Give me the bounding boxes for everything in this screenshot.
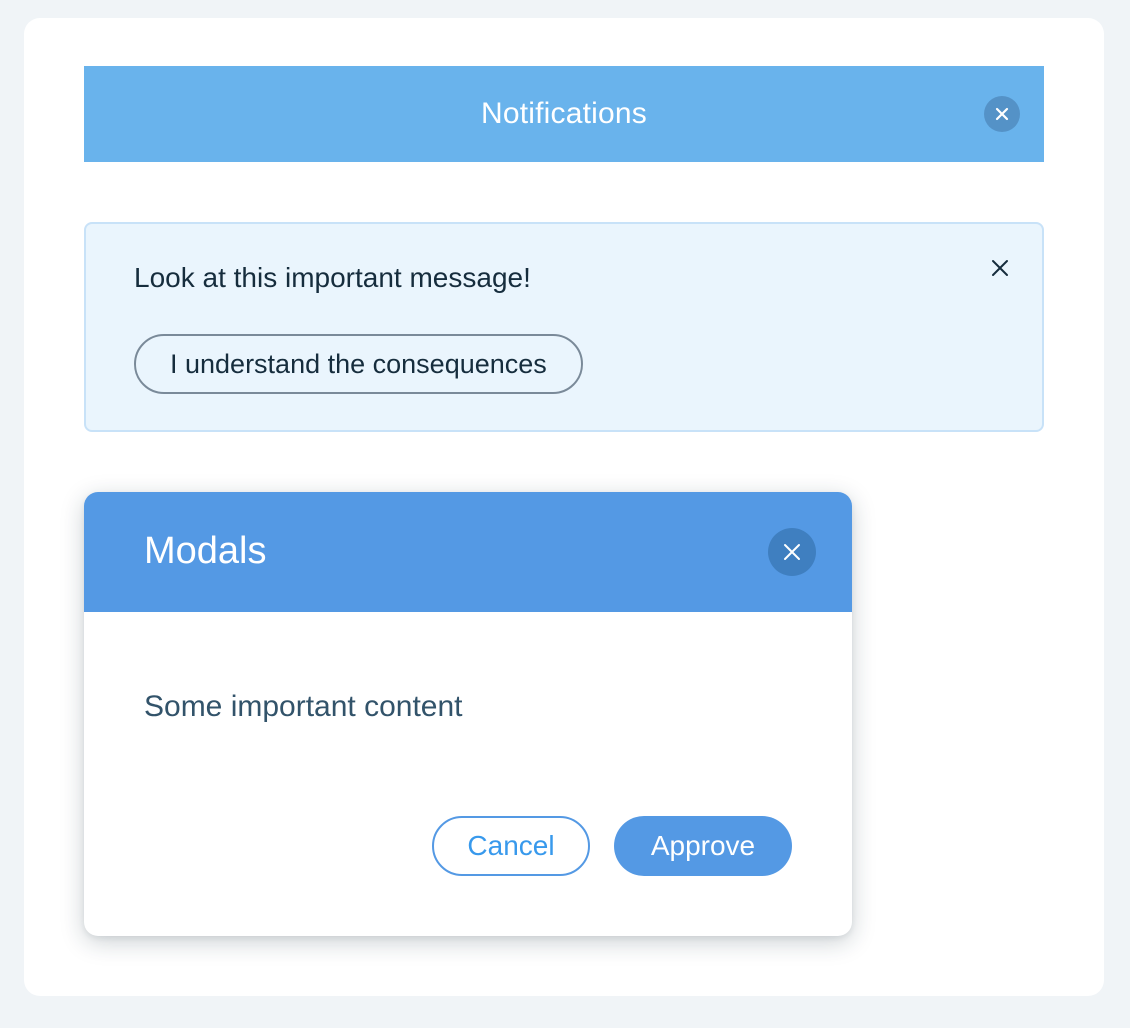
notification-bar: Notifications (84, 66, 1044, 162)
notification-title: Notifications (480, 97, 647, 130)
main-card: Notifications Look at this important mes… (24, 18, 1104, 996)
understand-consequences-button[interactable]: I understand the consequences (134, 334, 583, 394)
cancel-button[interactable]: Cancel (432, 816, 590, 876)
close-icon (992, 260, 1008, 276)
message-text: Look at this important message! (134, 262, 531, 293)
modal-close-button[interactable] (768, 528, 816, 576)
modal-header: Modals (84, 492, 852, 612)
approve-button[interactable]: Approve (614, 816, 792, 876)
close-icon (995, 107, 1009, 121)
modal-title: Modals (144, 530, 267, 572)
message-close-button[interactable] (986, 254, 1014, 282)
close-icon (784, 544, 800, 560)
notification-close-button[interactable] (984, 96, 1020, 132)
modal-content-text: Some important content (144, 690, 463, 723)
modal-dialog: Modals Some important content Cancel App… (84, 492, 852, 936)
message-box: Look at this important message! I unders… (84, 222, 1044, 432)
